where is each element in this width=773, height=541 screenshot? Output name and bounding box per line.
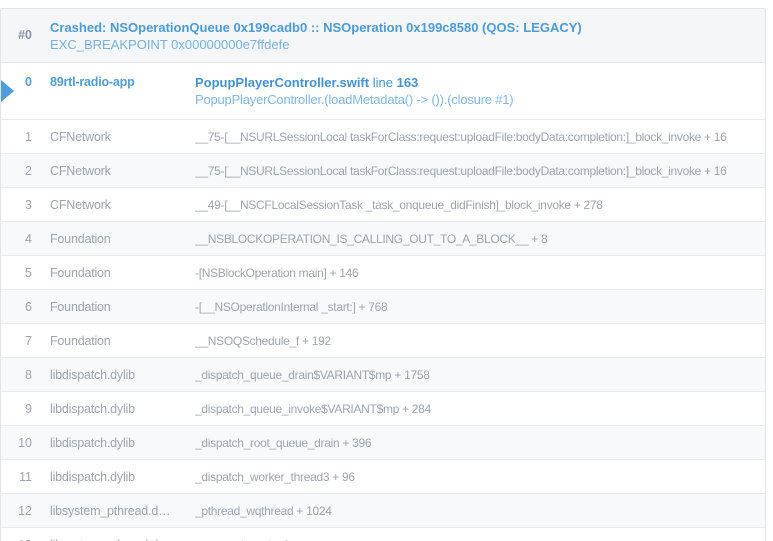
stack-frame-row: 11 libdispatch.dylib _dispatch_worker_th… <box>1 460 765 494</box>
frame-symbol: PopupPlayerController.(loadMetadata() ->… <box>195 91 755 108</box>
selected-frame-arrow-icon <box>1 80 14 102</box>
frame-library: Foundation <box>50 300 178 314</box>
frame-number: 2 <box>1 164 32 178</box>
frame-library: Foundation <box>50 334 178 348</box>
frame-number: 6 <box>1 300 32 314</box>
frame-file: PopupPlayerController.swift <box>195 75 369 90</box>
stack-frame-row: 1 CFNetwork __75-[__NSURLSessionLocal ta… <box>1 120 765 154</box>
frame-library: libsystem_pthread.d… <box>50 504 178 518</box>
frame-number: 3 <box>1 198 32 212</box>
frame-library: Foundation <box>50 232 178 246</box>
frame-line-number: 163 <box>397 75 419 90</box>
crash-report-panel: #0 Crashed: NSOperationQueue 0x199cadb0 … <box>0 8 766 541</box>
frame-library: libdispatch.dylib <box>50 402 178 416</box>
frame-number: 8 <box>1 368 32 382</box>
frame-number: 4 <box>1 232 32 246</box>
stack-frame-row: 2 CFNetwork __75-[__NSURLSessionLocal ta… <box>1 154 765 188</box>
frame-library: 89rtl-radio-app <box>50 74 178 89</box>
frame-symbol-block: PopupPlayerController.swift line 163 Pop… <box>195 74 755 108</box>
thread-index: #0 <box>1 19 32 42</box>
frame-symbol: __NSOQSchedule_f + 192 <box>195 334 765 348</box>
frame-number: 12 <box>1 504 32 518</box>
frame-number: 7 <box>1 334 32 348</box>
stack-frame-row: 9 libdispatch.dylib _dispatch_queue_invo… <box>1 392 765 426</box>
stack-frame-row: 4 Foundation __NSBLOCKOPERATION_IS_CALLI… <box>1 222 765 256</box>
frame-number: 9 <box>1 402 32 416</box>
crash-title: Crashed: NSOperationQueue 0x199cadb0 :: … <box>50 19 582 36</box>
frame-library: libdispatch.dylib <box>50 368 178 382</box>
frame-symbol: __NSBLOCKOPERATION_IS_CALLING_OUT_TO_A_B… <box>195 232 765 246</box>
frame-symbol: _dispatch_worker_thread3 + 96 <box>195 470 765 484</box>
stack-frame-row: 3 CFNetwork __49-[__NSCFLocalSessionTask… <box>1 188 765 222</box>
stack-frame-row: 7 Foundation __NSOQSchedule_f + 192 <box>1 324 765 358</box>
frame-library: CFNetwork <box>50 198 178 212</box>
stack-frame-row: 6 Foundation -[__NSOperationInternal _st… <box>1 290 765 324</box>
stack-frame-selected[interactable]: 0 89rtl-radio-app PopupPlayerController.… <box>1 63 765 120</box>
stack-frame-list: 1 CFNetwork __75-[__NSURLSessionLocal ta… <box>1 120 765 541</box>
stack-frame-row: 8 libdispatch.dylib _dispatch_queue_drai… <box>1 358 765 392</box>
frame-symbol: __75-[__NSURLSessionLocal taskForClass:r… <box>195 164 765 178</box>
frame-symbol: _pthread_wqthread + 1024 <box>195 504 765 518</box>
frame-number: 11 <box>1 470 32 484</box>
frame-number: 5 <box>1 266 32 280</box>
frame-symbol: -[NSBlockOperation main] + 146 <box>195 266 765 280</box>
crash-thread-header: #0 Crashed: NSOperationQueue 0x199cadb0 … <box>1 9 765 63</box>
frame-library: CFNetwork <box>50 164 178 178</box>
frame-library: libdispatch.dylib <box>50 470 178 484</box>
frame-symbol: __49-[__NSCFLocalSessionTask _task_onque… <box>195 198 765 212</box>
frame-file-line: PopupPlayerController.swift line 163 <box>195 74 755 91</box>
frame-library: CFNetwork <box>50 130 178 144</box>
stack-frame-row: 10 libdispatch.dylib _dispatch_root_queu… <box>1 426 765 460</box>
frame-symbol: _dispatch_root_queue_drain + 396 <box>195 436 765 450</box>
frame-library: Foundation <box>50 266 178 280</box>
frame-symbol: __75-[__NSURLSessionLocal taskForClass:r… <box>195 130 765 144</box>
frame-library: libdispatch.dylib <box>50 436 178 450</box>
stack-frame-row: 12 libsystem_pthread.d… _pthread_wqthrea… <box>1 494 765 528</box>
frame-symbol: _dispatch_queue_invoke$VARIANT$mp + 284 <box>195 402 765 416</box>
stack-frame-row: 5 Foundation -[NSBlockOperation main] + … <box>1 256 765 290</box>
stack-frame-row: 13 libsystem_pthread.d… start_wqthread +… <box>1 528 765 541</box>
frame-number: 10 <box>1 436 32 450</box>
frame-symbol: -[__NSOperationInternal _start:] + 768 <box>195 300 765 314</box>
crash-title-block: Crashed: NSOperationQueue 0x199cadb0 :: … <box>50 19 582 53</box>
crash-exception: EXC_BREAKPOINT 0x00000000e7ffdefe <box>50 36 582 53</box>
frame-symbol: _dispatch_queue_drain$VARIANT$mp + 1758 <box>195 368 765 382</box>
frame-number: 1 <box>1 130 32 144</box>
frame-line-label: line <box>373 75 393 90</box>
